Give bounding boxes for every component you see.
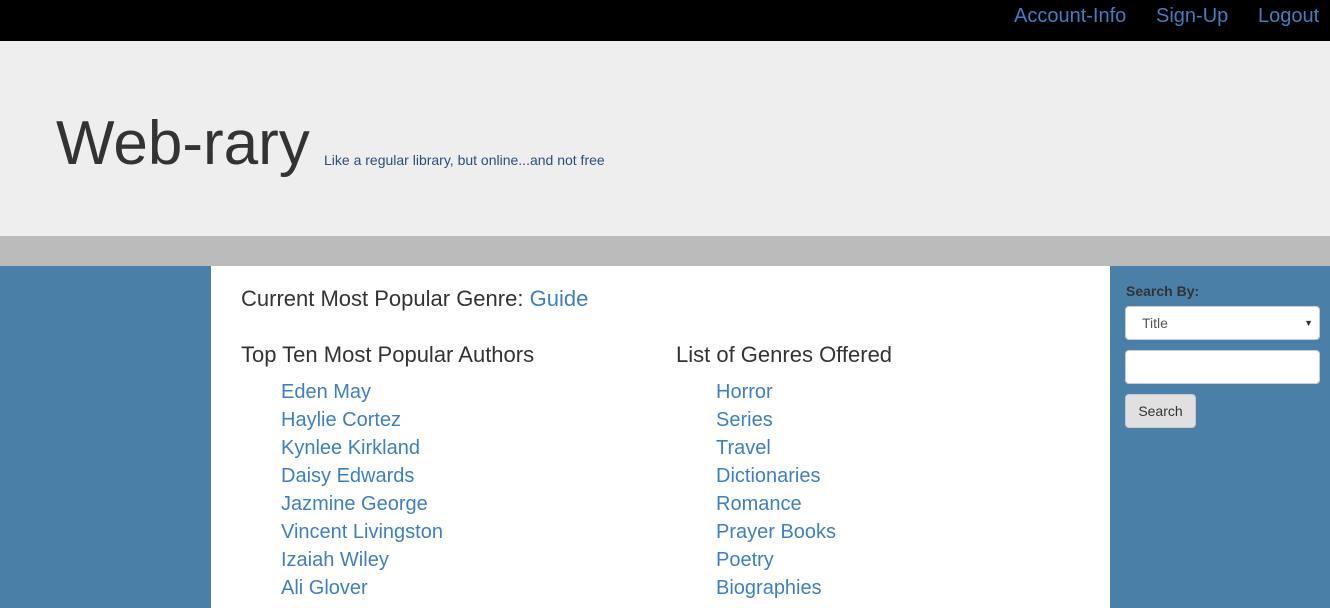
list-item: Poetry <box>716 546 836 574</box>
list-item: Izaiah Wiley <box>281 546 443 574</box>
sign-up-link[interactable]: Sign-Up <box>1156 4 1228 28</box>
list-item: Haylie Cortez <box>281 406 443 434</box>
popular-genre-link[interactable]: Guide <box>530 286 589 311</box>
main-content-panel: Current Most Popular Genre: Guide Top Te… <box>211 266 1110 608</box>
genre-link[interactable]: Prayer Books <box>716 521 836 543</box>
author-link[interactable]: Ali Glover <box>281 577 368 599</box>
genre-link[interactable]: Travel <box>716 437 771 459</box>
author-link[interactable]: Jazmine George <box>281 493 428 515</box>
account-info-link[interactable]: Account-Info <box>1014 4 1126 28</box>
genre-link[interactable]: Biographies <box>716 577 822 599</box>
list-item: Biographies <box>716 574 836 602</box>
genres-list: Horror Series Travel Dictionaries Romanc… <box>716 378 836 602</box>
popular-genre-label: Current Most Popular Genre: <box>241 286 524 311</box>
genre-link[interactable]: Series <box>716 409 773 431</box>
list-item: Kynlee Kirkland <box>281 434 443 462</box>
header-divider-bar <box>0 236 1330 266</box>
search-by-select[interactable]: Title ▼ <box>1125 306 1320 340</box>
author-link[interactable]: Haylie Cortez <box>281 409 401 431</box>
list-item: Eden May <box>281 378 443 406</box>
author-link[interactable]: Vincent Livingston <box>281 521 443 543</box>
site-title: Web-rary <box>56 109 310 178</box>
list-item: Travel <box>716 434 836 462</box>
list-item: Ali Glover <box>281 574 443 602</box>
author-link[interactable]: Izaiah Wiley <box>281 549 389 571</box>
genre-link[interactable]: Dictionaries <box>716 465 820 487</box>
list-item: Prayer Books <box>716 518 836 546</box>
site-tagline: Like a regular library, but online...and… <box>324 152 605 168</box>
genre-link[interactable]: Poetry <box>716 549 774 571</box>
search-button[interactable]: Search <box>1125 394 1196 428</box>
search-by-selected-value: Title <box>1142 315 1168 331</box>
top-navigation-bar: Account-Info Sign-Up Logout <box>0 0 1330 41</box>
caret-down-icon: ▼ <box>1304 318 1313 328</box>
search-input[interactable] <box>1125 350 1320 384</box>
list-item: Daisy Edwards <box>281 462 443 490</box>
author-link[interactable]: Kynlee Kirkland <box>281 437 420 459</box>
author-link[interactable]: Eden May <box>281 381 371 403</box>
genre-link[interactable]: Romance <box>716 493 802 515</box>
list-item: Dictionaries <box>716 462 836 490</box>
logout-link[interactable]: Logout <box>1258 4 1319 28</box>
header-jumbotron: Web-rary Like a regular library, but onl… <box>0 41 1330 236</box>
list-item: Series <box>716 406 836 434</box>
genre-link[interactable]: Horror <box>716 381 773 403</box>
list-item: Romance <box>716 490 836 518</box>
search-by-label: Search By: <box>1126 283 1200 299</box>
author-link[interactable]: Daisy Edwards <box>281 465 414 487</box>
popular-genre-line: Current Most Popular Genre: Guide <box>241 286 588 312</box>
authors-heading: Top Ten Most Popular Authors <box>241 342 535 367</box>
authors-list: Eden May Haylie Cortez Kynlee Kirkland D… <box>281 378 443 602</box>
genres-heading: List of Genres Offered <box>676 342 893 367</box>
list-item: Horror <box>716 378 836 406</box>
list-item: Jazmine George <box>281 490 443 518</box>
list-item: Vincent Livingston <box>281 518 443 546</box>
